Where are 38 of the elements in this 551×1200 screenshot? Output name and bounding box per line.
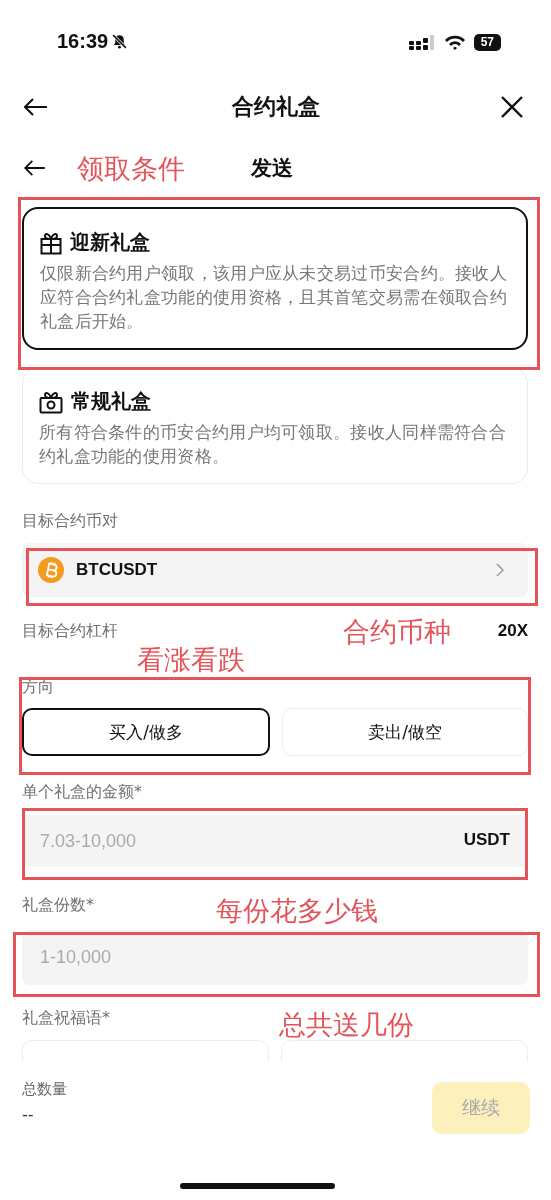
gift-type-description: 所有符合条件的币安合约用户均可领取。接收人同样需符合合约礼盒功能的使用资格。 [39,422,508,468]
pair-selector[interactable]: BTCUSDT [22,543,528,597]
total-label: 总数量 [22,1080,67,1099]
leverage-value: 20X [497,621,528,641]
wifi-icon [443,34,466,51]
count-field[interactable]: 1-10,000 [22,930,528,985]
chevron-right-icon [496,563,504,577]
field-label: 礼盒份数* [22,894,94,916]
annotation-label: 合约币种 [343,615,451,649]
gift-type-title: 迎新礼盒 [70,229,150,256]
step-title: 发送 [251,155,293,182]
back-arrow-icon[interactable] [24,98,48,116]
signal-icon [408,34,436,51]
gift-box-icon [39,389,63,414]
annotation-label: 每份花多少钱 [216,894,378,928]
close-icon[interactable] [501,96,523,118]
gift-type-card[interactable]: 迎新礼盒 仅限新合约用户领取，该用户应从未交易过币安合约。接收人应符合合约礼盒功能的使用资格，且其首笔交易需在领取合约礼盒后开始。 [22,207,528,350]
total-value: -- [22,1105,35,1124]
field-label: 目标合约币对 [22,510,118,532]
unit-label: USDT [463,830,510,850]
battery-indicator: 57 [473,34,501,51]
pair-value: BTCUSDT [76,560,159,580]
annotation-label: 总共送几份 [279,1008,414,1042]
gift-type-title: 常规礼盒 [71,388,151,415]
gift-icon [40,230,62,255]
bitcoin-coin-icon [38,557,64,583]
gift-type-description: 仅限新合约用户领取，该用户应从未交易过币安合约。接收人应符合合约礼盒功能的使用资格，且其首笔交易需在领取合约礼盒后开始。 [40,263,509,333]
status-time: 16:39 [57,30,109,53]
field-label: 目标合约杠杆 [22,620,118,642]
page-title: 合约礼盒 [231,93,320,121]
field-label: 单个礼盒的金额* [22,781,142,803]
annotation-label: 看涨看跌 [137,643,245,677]
field-label: 方向 [22,676,54,698]
direction-option[interactable]: 买入/做多 [22,708,270,756]
direction-option[interactable]: 卖出/做空 [282,708,528,756]
back-arrow-icon[interactable] [24,160,46,176]
field-label: 礼盒祝福语* [22,1007,110,1029]
annotation-label: 领取条件 [77,152,185,186]
